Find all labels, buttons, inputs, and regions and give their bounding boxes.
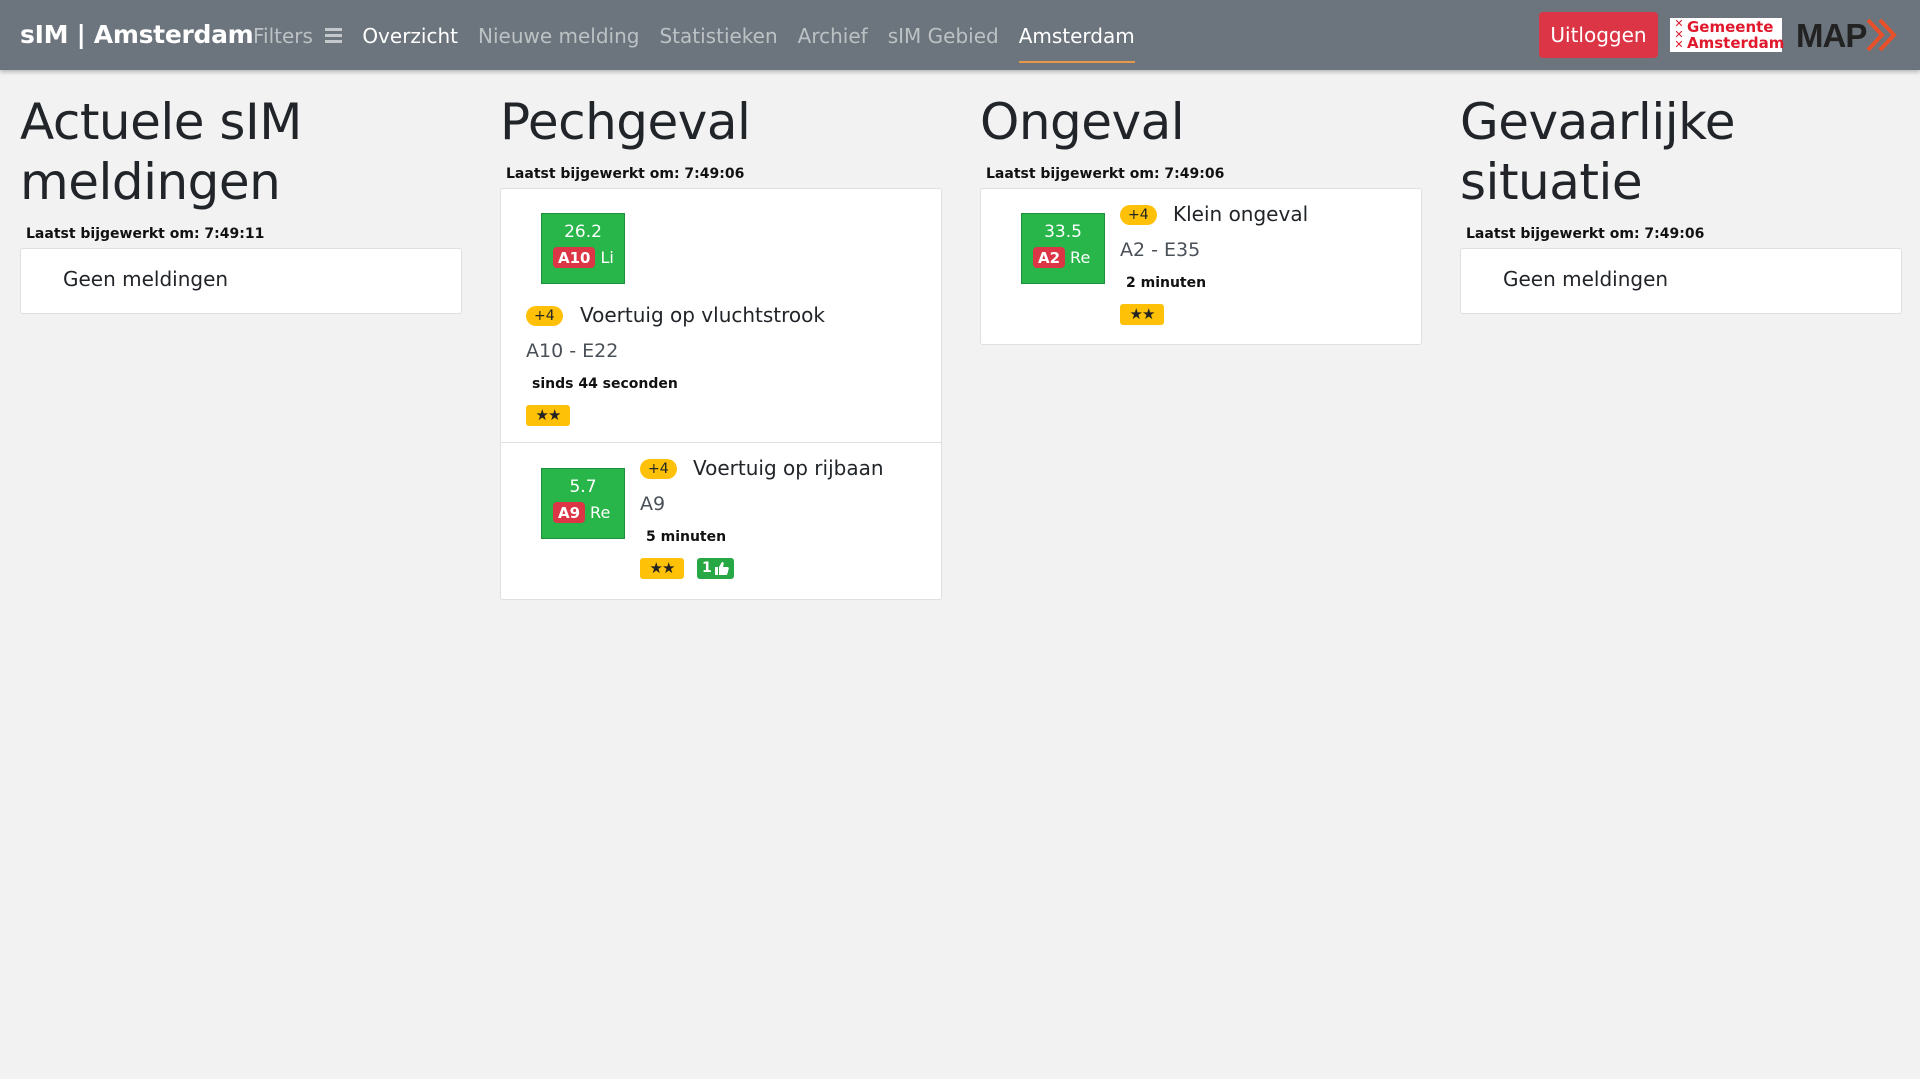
- nav-archief[interactable]: Archief: [798, 0, 868, 70]
- rating-stars-icon: ★★: [1120, 304, 1164, 325]
- road-badge: A9: [553, 502, 586, 523]
- column-gevaarlijke-situatie: Gevaarlijke situatie Laatst bijgewerkt o…: [1460, 70, 1902, 314]
- speed-box: 33.5 A2 Re: [1021, 213, 1105, 284]
- empty-card: Geen meldingen: [1460, 248, 1902, 314]
- speed-value: 26.2: [564, 222, 602, 242]
- column-actuele-meldingen: Actuele sIM meldingen Laatst bijgewerkt o…: [20, 70, 462, 314]
- nav-sim-gebied[interactable]: sIM Gebied: [888, 0, 999, 70]
- nav-nieuwe-melding[interactable]: Nieuwe melding: [478, 0, 639, 70]
- incident-time: 5 minuten: [646, 529, 727, 545]
- incident-location: A9: [640, 493, 666, 515]
- speed-value: 5.7: [569, 477, 597, 497]
- no-items-text: Geen meldingen: [63, 267, 229, 291]
- last-updated: Laatst bijgewerkt om: 7:49:06: [1466, 226, 1705, 242]
- incident-list: 26.2 A10 Li +4 Voertuig op vluchtstrook …: [500, 188, 942, 600]
- rating-stars-icon: ★★: [640, 558, 684, 579]
- priority-badge: +4: [640, 459, 677, 479]
- filters-toggle[interactable]: Filters: [253, 0, 343, 70]
- incident-item[interactable]: 33.5 A2 Re +4 Klein ongeval A2 - E35 2 m…: [981, 189, 1421, 344]
- incident-item[interactable]: 5.7 A9 Re +4 Voertuig op rijbaan A9 5 mi…: [501, 443, 941, 599]
- brand-title[interactable]: sIM | Amsterdam: [20, 20, 254, 49]
- column-title: Actuele sIM meldingen: [20, 93, 302, 211]
- logout-button[interactable]: Uitloggen: [1539, 12, 1658, 58]
- no-items-text: Geen meldingen: [1503, 267, 1669, 291]
- nav-overzicht[interactable]: Overzicht: [362, 0, 458, 70]
- incident-title: Voertuig op rijbaan: [693, 456, 884, 480]
- amsterdam-crosses-icon: ✕ ✕ ✕: [1674, 17, 1684, 51]
- gemeente-amsterdam-logo: ✕ ✕ ✕ Gemeente Amsterdam: [1670, 17, 1785, 52]
- likes-count: 1: [702, 560, 712, 576]
- last-updated: Laatst bijgewerkt om: 7:49:06: [506, 166, 745, 182]
- gemeente-logo-line1: Gemeente: [1687, 18, 1774, 36]
- likes-badge[interactable]: 1: [697, 558, 734, 579]
- nav-amsterdam[interactable]: Amsterdam: [1018, 0, 1135, 70]
- incident-item[interactable]: 26.2 A10 Li +4 Voertuig op vluchtstrook …: [501, 189, 941, 443]
- lane-label: Re: [590, 503, 611, 522]
- column-pechgeval: Pechgeval Laatst bijgewerkt om: 7:49:06 …: [500, 70, 942, 600]
- column-title: Ongeval: [980, 93, 1185, 151]
- filters-label: Filters: [253, 24, 313, 48]
- empty-card: Geen meldingen: [20, 248, 462, 314]
- incident-time: 2 minuten: [1126, 275, 1207, 291]
- incident-location: A2 - E35: [1120, 239, 1201, 261]
- menu-icon: [325, 25, 343, 46]
- speed-box: 26.2 A10 Li: [541, 213, 625, 284]
- lane-label: Li: [600, 248, 614, 267]
- speed-value: 33.5: [1044, 222, 1082, 242]
- map-logo-text: MAP: [1796, 17, 1866, 54]
- nav-statistieken[interactable]: Statistieken: [659, 0, 777, 70]
- last-updated: Laatst bijgewerkt om: 7:49:11: [26, 226, 265, 242]
- nav-menu: Filters Overzicht Nieuwe melding Statist…: [253, 0, 1155, 70]
- road-badge: A10: [553, 247, 596, 268]
- incident-time: sinds 44 seconden: [532, 376, 678, 392]
- column-title: Pechgeval: [500, 93, 751, 151]
- priority-badge: +4: [526, 306, 563, 326]
- thumbs-up-icon: [714, 562, 729, 575]
- incident-title: Voertuig op vluchtstrook: [580, 303, 825, 327]
- last-updated: Laatst bijgewerkt om: 7:49:06: [986, 166, 1225, 182]
- lane-label: Re: [1070, 248, 1091, 267]
- incident-location: A10 - E22: [526, 340, 619, 362]
- column-ongeval: Ongeval Laatst bijgewerkt om: 7:49:06 33…: [980, 70, 1422, 345]
- road-badge: A2: [1033, 247, 1066, 268]
- rating-stars-icon: ★★: [526, 405, 570, 426]
- map-logo: MAP: [1796, 17, 1897, 54]
- speed-box: 5.7 A9 Re: [541, 468, 625, 539]
- navbar: sIM | Amsterdam Filters Overzicht Nieuwe…: [0, 0, 1920, 70]
- priority-badge: +4: [1120, 205, 1157, 225]
- gemeente-logo-line2: Amsterdam: [1687, 34, 1785, 52]
- column-title: Gevaarlijke situatie: [1460, 93, 1736, 211]
- incident-list: 33.5 A2 Re +4 Klein ongeval A2 - E35 2 m…: [980, 188, 1422, 345]
- incident-title: Klein ongeval: [1173, 202, 1309, 226]
